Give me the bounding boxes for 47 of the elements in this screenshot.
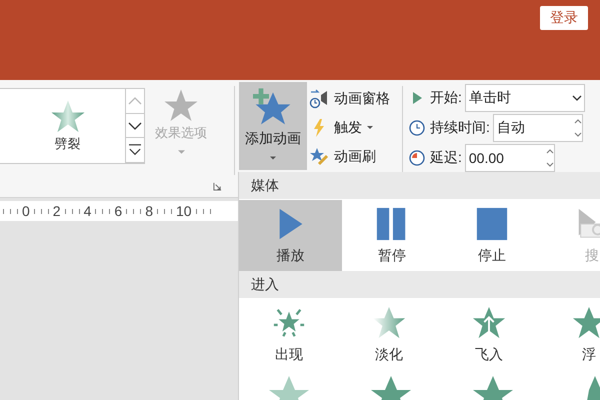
- animation-option[interactable]: 淡化: [339, 299, 439, 370]
- animation-option[interactable]: 播放: [239, 200, 342, 271]
- section-heading: 媒体: [251, 176, 279, 194]
- animation-option[interactable]: 浮: [539, 299, 600, 370]
- faded-star-icon: [372, 306, 406, 340]
- clock-icon: [409, 120, 425, 136]
- ruler-number: 10: [176, 203, 192, 219]
- command-button[interactable]: 动画窗格: [309, 86, 390, 111]
- animation-option[interactable]: 停止: [442, 200, 542, 271]
- spinner-field[interactable]: 自动: [492, 114, 583, 142]
- star-icon: [572, 306, 600, 340]
- command-button[interactable]: 触发: [309, 115, 390, 140]
- timing-label: 延迟:: [430, 148, 462, 166]
- star-icon: [163, 88, 199, 124]
- pane-icon: [309, 88, 329, 108]
- timing-label: 持续时间:: [430, 118, 490, 136]
- caret-icon: [367, 126, 373, 129]
- expand-icon: [128, 144, 142, 156]
- add-star-icon: [253, 88, 293, 126]
- delay-clock-icon: [409, 150, 425, 166]
- stop-icon: [475, 206, 509, 240]
- ruler-number: 0: [22, 203, 30, 219]
- animation-option[interactable]: 暂停: [342, 200, 442, 271]
- chevron-down-icon: [128, 120, 142, 132]
- chevron-up-icon: [128, 94, 142, 107]
- ruler-number: 2: [52, 203, 61, 219]
- timing-label: 开始:: [430, 88, 462, 106]
- ruler-number: 8: [145, 203, 153, 219]
- chevron-down-icon: [572, 94, 582, 100]
- spinner-arrows-icon: [574, 118, 582, 138]
- star-arrow-icon: [472, 306, 506, 340]
- animation-option[interactable]: 出现: [239, 299, 339, 370]
- spinner-field[interactable]: 00.00: [464, 144, 555, 172]
- star-brush-icon: [309, 146, 329, 166]
- section-heading: 进入: [251, 276, 279, 294]
- dialog-launcher-icon[interactable]: [213, 182, 222, 191]
- spinner-arrows-icon: [546, 148, 554, 168]
- caret-icon: [178, 150, 184, 154]
- login-button[interactable]: 登录: [540, 6, 588, 30]
- command-button[interactable]: 动画刷: [309, 144, 390, 169]
- animation-option[interactable]: 飞入: [439, 299, 539, 370]
- add-animation-button[interactable]: 添加动画: [239, 82, 307, 170]
- caret-icon: [270, 156, 276, 160]
- start-dropdown[interactable]: 单击时: [464, 84, 585, 112]
- ruler-number: 4: [84, 203, 92, 219]
- gallery-item[interactable]: 劈裂: [0, 89, 125, 163]
- ruler-number: 6: [114, 203, 122, 219]
